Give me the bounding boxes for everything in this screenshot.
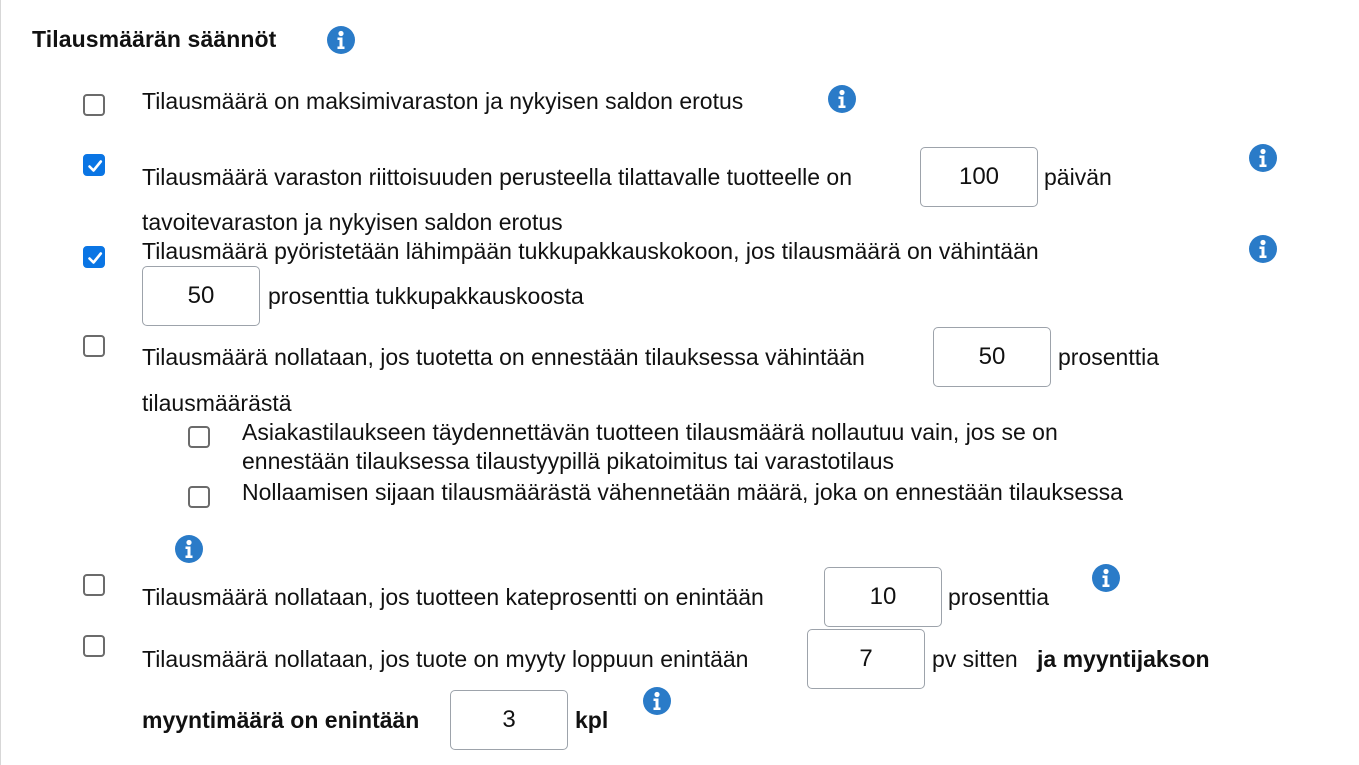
rule2-checkbox[interactable]: [83, 154, 105, 176]
info-icon[interactable]: [1249, 144, 1277, 172]
rule4-sub1-label: Asiakastilaukseen täydennettävän tuottee…: [242, 419, 1058, 445]
rule6-mid-label: pv sitten: [932, 646, 1018, 672]
rule4-label-line2: tilausmäärästä: [142, 390, 292, 416]
rule5-unit-label: prosenttia: [948, 584, 1050, 610]
info-icon[interactable]: [175, 535, 203, 563]
rule4-sub2-checkbox[interactable]: [188, 486, 210, 508]
checkmark-icon: [88, 252, 103, 264]
rule5-margin-input[interactable]: 10: [824, 567, 942, 627]
checkmark-icon: [88, 160, 103, 172]
rule4-unit-label: prosenttia: [1058, 344, 1160, 370]
rule4-sub2-label: Nollaamisen sijaan tilausmäärästä vähenn…: [242, 479, 1123, 505]
section-title: Tilausmäärän säännöt: [32, 26, 277, 52]
rule4-checkbox[interactable]: [83, 335, 105, 357]
rule3-checkbox[interactable]: [83, 246, 105, 268]
rule2-label: Tilausmäärä varaston riittoisuuden perus…: [142, 164, 852, 190]
rule3-percent-input[interactable]: 50: [142, 266, 260, 326]
info-icon[interactable]: [828, 85, 856, 113]
info-icon[interactable]: [1092, 564, 1120, 592]
rule6-checkbox[interactable]: [83, 635, 105, 657]
panel-border: [0, 0, 1, 765]
order-quantity-rules-panel: Tilausmäärän säännöt Tilausmäärä on maks…: [0, 0, 1359, 765]
info-icon[interactable]: [327, 26, 355, 54]
rule2-unit-label: päivän: [1044, 164, 1112, 190]
info-icon[interactable]: [643, 687, 671, 715]
rule6-days-input[interactable]: 7: [807, 629, 925, 689]
rule2-days-input[interactable]: 100: [920, 147, 1038, 207]
rule1-checkbox[interactable]: [83, 94, 105, 116]
rule2-label-line2: tavoitevaraston ja nykyisen saldon erotu…: [142, 209, 563, 235]
rule3-unit-label: prosenttia tukkupakkauskoosta: [268, 283, 584, 309]
rule1-label: Tilausmäärä on maksimivaraston ja nykyis…: [142, 88, 744, 114]
rule6-bold-label: ja myyntijakson: [1037, 646, 1210, 672]
info-icon[interactable]: [1249, 235, 1277, 263]
rule5-checkbox[interactable]: [83, 574, 105, 596]
rule5-label: Tilausmäärä nollataan, jos tuotteen kate…: [142, 584, 764, 610]
rule3-label: Tilausmäärä pyöristetään lähimpään tukku…: [142, 238, 1039, 264]
rule4-percent-input[interactable]: 50: [933, 327, 1051, 387]
rule6-bold-label-line2: myyntimäärä on enintään: [142, 707, 420, 733]
rule6-unit-label: kpl: [575, 707, 609, 733]
rule4-label: Tilausmäärä nollataan, jos tuotetta on e…: [142, 344, 865, 370]
rule4-sub1-label-line2: ennestään tilauksessa tilaustyypillä pik…: [242, 448, 894, 474]
rule6-label: Tilausmäärä nollataan, jos tuote on myyt…: [142, 646, 749, 672]
rule4-sub1-checkbox[interactable]: [188, 426, 210, 448]
rule6-quantity-input[interactable]: 3: [450, 690, 568, 750]
